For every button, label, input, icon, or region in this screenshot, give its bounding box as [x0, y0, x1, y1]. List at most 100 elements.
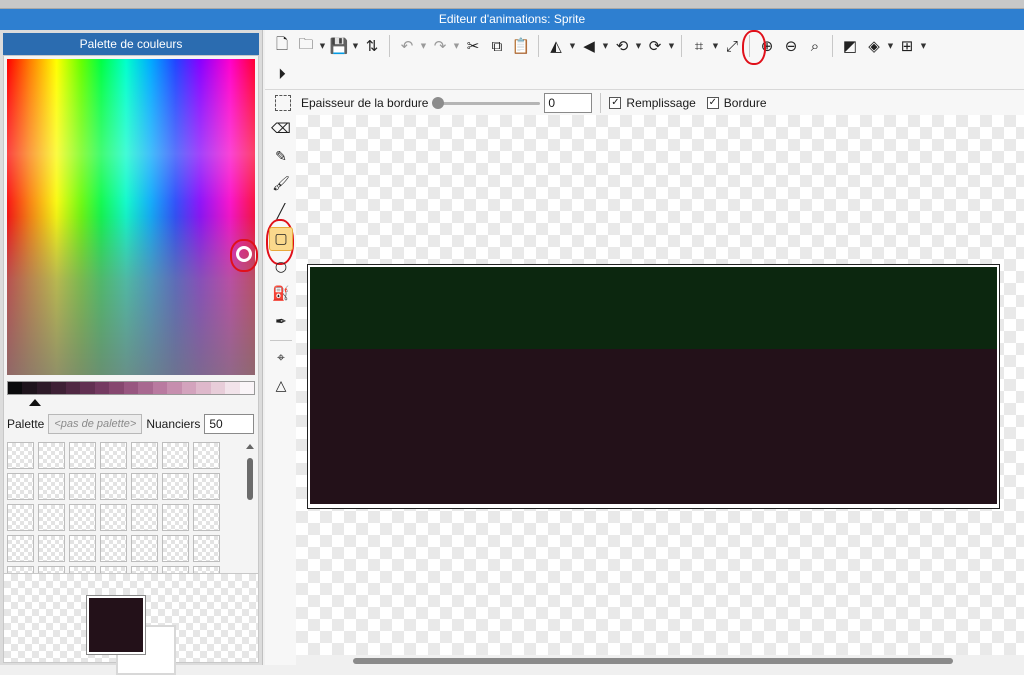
shade-swatch[interactable]	[109, 382, 124, 394]
dropdown-arrow-icon[interactable]: ▼	[568, 33, 577, 59]
palette-swatch-slot[interactable]	[193, 473, 220, 500]
palette-swatch-slot[interactable]	[162, 504, 189, 531]
palette-swatch-slot[interactable]	[131, 535, 158, 562]
dropdown-arrow-icon[interactable]: ▼	[886, 33, 895, 59]
shade-swatch[interactable]	[8, 382, 23, 394]
palette-select[interactable]: <pas de palette>	[48, 414, 143, 434]
dropdown-arrow-icon[interactable]: ▼	[419, 33, 428, 59]
palette-swatch-slot[interactable]	[100, 535, 127, 562]
eyedropper-icon[interactable]: ✒	[269, 310, 293, 334]
nuances-input[interactable]: 50	[204, 414, 255, 434]
polygon-points-icon[interactable]: △	[269, 374, 293, 398]
palette-swatch-slot[interactable]	[162, 535, 189, 562]
palette-swatch-slot[interactable]	[193, 442, 220, 469]
line-icon[interactable]: ╱	[269, 200, 293, 224]
open-folder-icon[interactable]: 🗀	[294, 33, 318, 59]
shade-marker-icon[interactable]	[29, 399, 41, 406]
shade-swatch[interactable]	[51, 382, 66, 394]
palette-swatch-slot[interactable]	[131, 504, 158, 531]
undo-icon[interactable]: ↶	[395, 33, 419, 59]
border-width-input[interactable]: 0	[544, 92, 593, 113]
palette-swatch-slot[interactable]	[162, 473, 189, 500]
shade-swatch[interactable]	[225, 382, 240, 394]
shade-swatch[interactable]	[167, 382, 182, 394]
zoom-reset-icon[interactable]: ⌕	[803, 33, 827, 59]
canvas-horizontal-scrollbar[interactable]	[296, 655, 1024, 665]
import-icon[interactable]: ⇅	[360, 33, 384, 59]
origin-point-icon[interactable]: ⌖	[269, 346, 293, 370]
palette-swatch-slot[interactable]	[131, 473, 158, 500]
palette-swatch-slot[interactable]	[193, 504, 220, 531]
palette-swatch-slot[interactable]	[38, 535, 65, 562]
border-width-slider[interactable]	[432, 96, 541, 109]
shade-swatch[interactable]	[22, 382, 37, 394]
sprite-top-region[interactable]	[310, 267, 997, 349]
palette-swatch-slot[interactable]	[69, 535, 96, 562]
brush-icon[interactable]: 🖌	[269, 172, 293, 196]
palette-swatch-slot[interactable]	[38, 473, 65, 500]
copy-icon[interactable]: ⧉	[485, 33, 509, 59]
sprite-frame[interactable]	[307, 264, 1000, 509]
save-icon[interactable]: 💾	[327, 33, 351, 59]
dropdown-arrow-icon[interactable]: ▼	[351, 33, 360, 59]
dropdown-arrow-icon[interactable]: ▼	[318, 33, 327, 59]
paste-icon[interactable]: 📋	[509, 33, 533, 59]
shade-swatch[interactable]	[196, 382, 211, 394]
palette-swatch-slot[interactable]	[162, 442, 189, 469]
rotate-right-icon[interactable]: ⟳	[643, 33, 667, 59]
selection-icon[interactable]	[275, 94, 291, 111]
dropdown-arrow-icon[interactable]: ▼	[711, 33, 720, 59]
palette-swatch-slot[interactable]	[69, 473, 96, 500]
dropdown-arrow-icon[interactable]: ▼	[601, 33, 610, 59]
palette-swatch-slot[interactable]	[100, 442, 127, 469]
primary-color-swatch[interactable]	[86, 595, 146, 655]
new-file-icon[interactable]: 🗋	[270, 33, 294, 59]
palette-swatch-slot[interactable]	[7, 473, 34, 500]
grid-icon[interactable]: ⊞	[895, 33, 919, 59]
pencil-icon[interactable]: ✎	[269, 145, 293, 169]
rectangle-icon[interactable]: ▢	[269, 227, 293, 251]
rotate-left-icon[interactable]: ⟲	[610, 33, 634, 59]
scroll-up-icon[interactable]	[246, 444, 254, 449]
shade-swatch[interactable]	[65, 382, 81, 394]
palette-swatch-slot[interactable]	[69, 504, 96, 531]
palette-swatch-slot[interactable]	[100, 504, 127, 531]
palette-swatch-slot[interactable]	[69, 442, 96, 469]
slider-knob[interactable]	[432, 96, 445, 109]
ellipse-icon[interactable]: ○	[269, 255, 293, 279]
shade-swatch[interactable]	[138, 382, 153, 394]
swatch-scroll-thumb[interactable]	[247, 458, 253, 500]
shade-swatch[interactable]	[94, 382, 110, 394]
canvas-scroll-thumb[interactable]	[353, 658, 953, 664]
flip-horizontal-icon[interactable]: ◭	[544, 33, 568, 59]
play-icon[interactable]: ⏵	[270, 61, 294, 87]
flip-vertical-icon[interactable]: ◀	[577, 33, 601, 59]
shade-swatch[interactable]	[36, 382, 52, 394]
shade-swatch[interactable]	[152, 382, 168, 394]
palette-swatch-slot[interactable]	[38, 504, 65, 531]
transparency-icon[interactable]: ◩	[838, 33, 862, 59]
palette-swatch-slot[interactable]	[100, 473, 127, 500]
dropdown-arrow-icon[interactable]: ▼	[452, 33, 461, 59]
palette-swatch-slot[interactable]	[38, 442, 65, 469]
shade-strip[interactable]	[7, 381, 255, 395]
swatch-scrollbar[interactable]	[244, 442, 256, 592]
dropdown-arrow-icon[interactable]: ▼	[634, 33, 643, 59]
palette-swatch-slot[interactable]	[193, 535, 220, 562]
fill-bucket-icon[interactable]: ⛽	[269, 282, 293, 306]
shade-swatch[interactable]	[123, 382, 139, 394]
crop-icon[interactable]: ⌗	[687, 33, 711, 59]
zoom-out-icon[interactable]: ⊖	[779, 33, 803, 59]
drawing-canvas[interactable]	[296, 115, 1024, 665]
fill-checkbox[interactable]: ✓	[609, 96, 622, 109]
shade-swatch[interactable]	[80, 382, 95, 394]
dropdown-arrow-icon[interactable]: ▼	[919, 33, 928, 59]
palette-swatch-slot[interactable]	[7, 535, 34, 562]
layers-icon[interactable]: ◈	[862, 33, 886, 59]
resize-icon[interactable]: ⤢	[720, 33, 744, 59]
dropdown-arrow-icon[interactable]: ▼	[667, 33, 676, 59]
palette-swatch-slot[interactable]	[131, 442, 158, 469]
color-spectrum-picker[interactable]	[7, 59, 258, 375]
shade-swatch[interactable]	[239, 382, 254, 394]
sprite-bottom-region[interactable]	[310, 349, 997, 504]
